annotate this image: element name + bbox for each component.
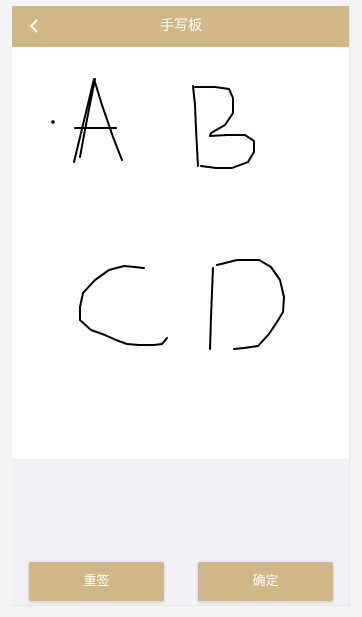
chevron-left-icon bbox=[30, 19, 38, 33]
app-window: 手写板 重签 确定 bbox=[12, 6, 350, 606]
signature-canvas[interactable] bbox=[12, 47, 349, 459]
confirm-button[interactable]: 确定 bbox=[198, 562, 333, 601]
reset-button[interactable]: 重签 bbox=[29, 562, 164, 601]
handwriting-strokes bbox=[51, 78, 285, 350]
back-button[interactable] bbox=[24, 16, 44, 36]
page-title: 手写板 bbox=[160, 18, 202, 34]
nav-bar: 手写板 bbox=[12, 6, 349, 47]
